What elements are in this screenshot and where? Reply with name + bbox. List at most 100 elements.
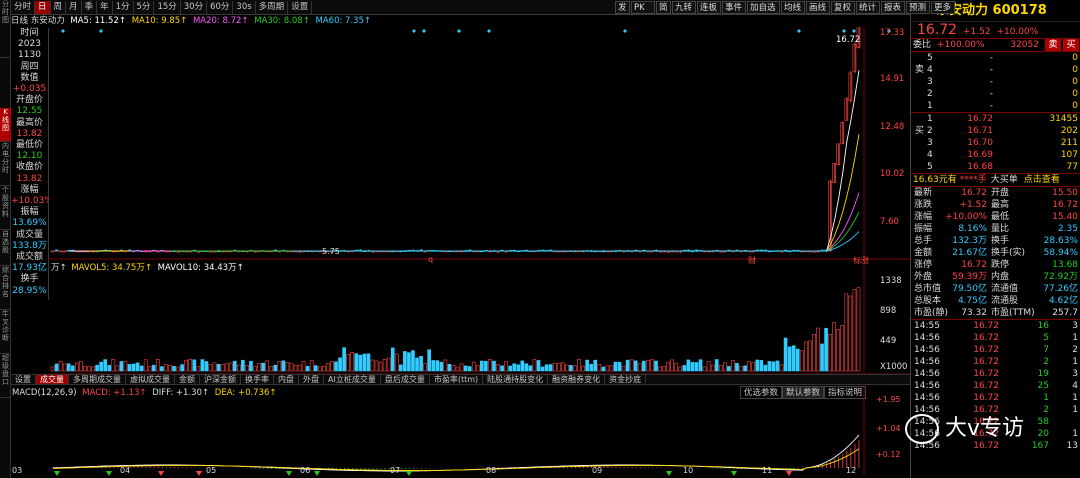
volume-bar (305, 366, 310, 372)
volume-bar (524, 363, 529, 372)
indicator-tab-11[interactable]: 市盈率(ttm) (430, 375, 484, 384)
indicator-tab-13[interactable]: 融资融券变化 (548, 375, 606, 384)
info-open-label: 开盘价 (15, 95, 43, 106)
settings-button[interactable]: 设置 (288, 0, 313, 14)
toolbar-btn-9[interactable]: 复权 (831, 1, 855, 14)
indicator-tab-5[interactable]: 沪深金额 (200, 375, 241, 384)
toolbar-btn-2[interactable]: 简 (656, 1, 671, 14)
stat-value: +10.00% (945, 212, 987, 222)
macd-default-params-button[interactable]: 默认参数 (782, 386, 825, 399)
kline-chart-area[interactable] (49, 27, 910, 476)
indicator-tab-6[interactable]: 换手率 (241, 375, 274, 384)
toolbar-btn-3[interactable]: 九转 (672, 1, 696, 14)
toolbar-btn-6[interactable]: 加自选 (747, 1, 780, 14)
side-tab-kline[interactable]: K线图 (0, 108, 11, 142)
toolbar-btn-12[interactable]: 预测 (906, 1, 930, 14)
period-1min[interactable]: 1分 (113, 0, 134, 14)
indicator-tab-1[interactable]: 成交量 (36, 375, 69, 384)
stat-row: 涨停 16.72 跌停 13.68 (911, 259, 1080, 271)
period-timeshare[interactable]: 分时 (11, 0, 36, 14)
period-day[interactable]: 日 (35, 0, 51, 14)
side-tab-orderbook[interactable]: 超级盘口 (0, 354, 11, 398)
volume-bar (366, 353, 371, 372)
period-30s[interactable]: 30s (233, 0, 256, 14)
buy-button[interactable]: 买 (1063, 39, 1079, 51)
candle-body (54, 249, 59, 252)
indicator-tab-4[interactable]: 金额 (175, 375, 200, 384)
stat-value: 16.72 (961, 260, 987, 270)
indicator-tab-12[interactable]: 陆股通持股变化 (483, 375, 549, 384)
month-label: 09 (592, 466, 603, 475)
volume-bar (698, 359, 703, 372)
ask-row: 2 - 0 (911, 88, 1080, 100)
period-week[interactable]: 周 (51, 0, 67, 14)
macd-optimal-params-button[interactable]: 优选参数 (740, 386, 783, 399)
indicator-tab-10[interactable]: 盘后成交量 (381, 375, 430, 384)
info-turnover: 28.95% (12, 285, 47, 296)
period-15min[interactable]: 15分 (154, 0, 181, 14)
volume-bar (362, 353, 367, 372)
volume-axis-label: 1338 (880, 276, 902, 286)
big-order-view-link[interactable]: 点击查看 (1024, 174, 1060, 186)
toolbar-btn-1[interactable]: PK (631, 1, 655, 14)
toolbar-btn-0[interactable]: 发 (615, 1, 630, 14)
period-quarter[interactable]: 季 (82, 0, 98, 14)
volume-bar (135, 362, 140, 372)
stat-label: 开盘 (991, 188, 1010, 198)
stat-label: 流通股 (991, 296, 1019, 306)
toolbar-btn-10[interactable]: 统计 (856, 1, 880, 14)
tick-volume: 19 (1037, 369, 1049, 379)
side-tab-intraday[interactable]: 内电分时 (0, 142, 11, 186)
stat-row: 涨幅 +10.00% 最低 15.40 (911, 211, 1080, 223)
period-60min[interactable]: 60分 (207, 0, 234, 14)
stat-label: 市盈(静) (914, 308, 949, 318)
tick-volume: 5 (1043, 333, 1049, 343)
side-tab-profile[interactable]: 个股资料 (0, 186, 11, 230)
volume-bar (479, 360, 484, 372)
indicator-tab-0[interactable]: 设置 (11, 375, 36, 384)
bid-row: 3 16.70 211 (911, 137, 1080, 149)
volume-bar (528, 365, 533, 372)
side-tab-timeshare[interactable]: 分时图 (0, 0, 11, 58)
multi-period-button[interactable]: 多周期 (256, 0, 289, 14)
info-low: 12.10 (16, 151, 43, 162)
toolbar-btn-5[interactable]: 事件 (722, 1, 746, 14)
sell-button[interactable]: 卖 (1045, 39, 1061, 51)
indicator-tab-2[interactable]: 多周期成交量 (69, 375, 126, 384)
indicator-tab-9[interactable]: AI立桩成交量 (324, 375, 381, 384)
stat-value: 79.50亿 (952, 284, 987, 294)
tick-price: 16.72 (973, 345, 999, 355)
side-tab-ranking[interactable]: 综合排名 (0, 266, 11, 310)
side-tab-diagnosis[interactable]: 牛叉诊断 (0, 310, 11, 354)
indicator-tab-7[interactable]: 内盘 (274, 375, 299, 384)
toolbar-btn-13[interactable]: 更多 (931, 1, 955, 14)
macd-help-button[interactable]: 指标说明 (824, 386, 867, 399)
ask-volume: 0 (1072, 65, 1078, 75)
volume-bar (682, 365, 687, 372)
bid-volume: 211 (1060, 138, 1078, 148)
big-order-row[interactable]: 16.63元有 ****手 大买单 点击查看 (911, 173, 1080, 186)
stat-row: 金额 21.67亿 换手(实) 58.94% (911, 247, 1080, 259)
period-year[interactable]: 年 (97, 0, 113, 14)
period-5min[interactable]: 5分 (134, 0, 155, 14)
macd-axis-label: +1.95 (876, 395, 901, 404)
month-label: 11 (762, 466, 773, 475)
toolbar-btn-4[interactable]: 连板 (697, 1, 721, 14)
indicator-tab-8[interactable]: 外盘 (299, 375, 324, 384)
volume-bar (398, 364, 403, 372)
period-month[interactable]: 月 (66, 0, 82, 14)
tick-deals: 3 (1072, 369, 1078, 379)
volume-bar (107, 365, 112, 372)
volume-bar (763, 364, 768, 372)
volume-bar (463, 365, 468, 372)
toolbar-btn-7[interactable]: 均线 (781, 1, 805, 14)
volume-bar (540, 366, 545, 372)
volume-bar (273, 364, 278, 372)
toolbar-btn-8[interactable]: 画线 (806, 1, 830, 14)
indicator-tab-14[interactable]: 资金抄底 (605, 375, 647, 384)
side-tab-watchlist[interactable]: 自选股 (0, 230, 11, 266)
period-30min[interactable]: 30分 (181, 0, 208, 14)
toolbar-btn-11[interactable]: 报表 (881, 1, 905, 14)
indicator-tab-3[interactable]: 虚拟成交量 (126, 375, 175, 384)
bid-volume: 202 (1060, 126, 1078, 136)
